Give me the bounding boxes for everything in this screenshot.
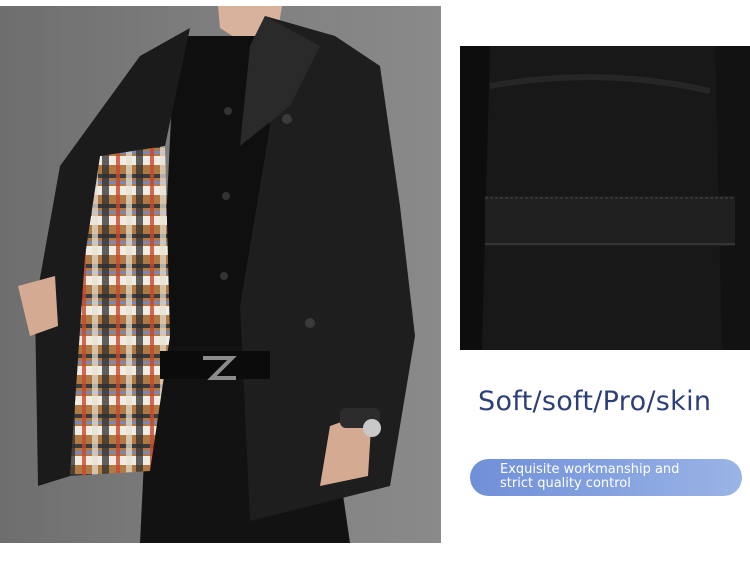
product-headline: Soft/soft/Pro/skin — [478, 386, 712, 417]
quality-badge-line2: strict quality control — [500, 476, 631, 491]
quality-badge-line1: Exquisite workmanship and — [500, 462, 680, 477]
model-coat-photo — [0, 6, 441, 543]
quality-badge: Exquisite workmanship and strict quality… — [470, 459, 742, 496]
coat-fabric-detail-photo — [460, 46, 750, 350]
model-coat-illustration — [18, 6, 415, 543]
fabric-closeup-illustration — [460, 46, 750, 350]
